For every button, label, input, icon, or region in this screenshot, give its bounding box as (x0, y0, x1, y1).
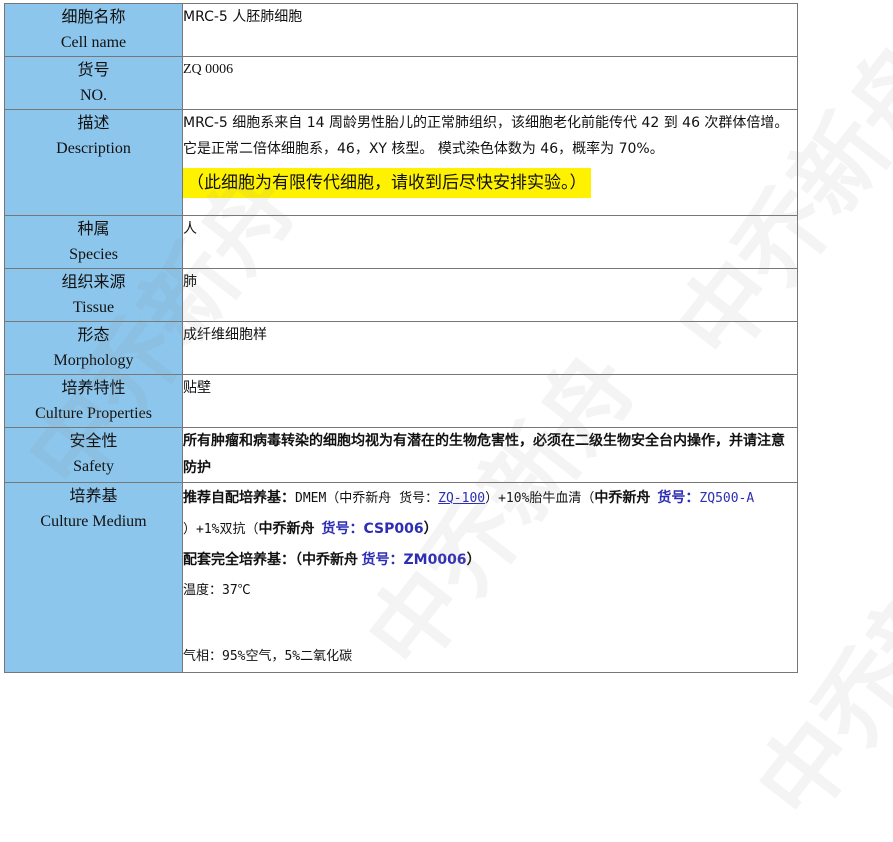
label-description: 描述 Description (4, 109, 183, 216)
text: 温度：37℃ (183, 583, 251, 598)
label-no: 货号 NO. (4, 56, 183, 110)
table-row: 培养基 Culture Medium 推荐自配培养基：DMEM（中乔新舟 货号：… (4, 482, 798, 673)
value-text: 所有肿瘤和病毒转染的细胞均视为有潜在的生物危害性，必须在二级生物安全台内操作，并… (183, 433, 785, 476)
value-text: ZQ 0006 (183, 62, 234, 77)
value-tissue: 肺 (182, 268, 798, 322)
product-link[interactable]: ZQ-100 (438, 491, 485, 506)
table-row: 细胞名称 Cell name MRC-5 人胚肺细胞 (4, 3, 798, 57)
label-culture-properties: 培养特性 Culture Properties (4, 374, 183, 428)
value-description: MRC-5 细胞系来自 14 周龄男性胎儿的正常肺组织，该细胞老化前能传代 42… (182, 109, 798, 216)
label-cn: 组织来源 (61, 272, 126, 291)
table-row: 形态 Morphology 成纤维细胞样 (4, 321, 798, 375)
table-row: 安全性 Safety 所有肿瘤和病毒转染的细胞均视为有潜在的生物危害性，必须在二… (4, 427, 798, 483)
label-cn: 细胞名称 (61, 7, 126, 26)
value-text: 贴壁 (183, 380, 211, 396)
label-en: Cell name (60, 34, 127, 51)
text: 中乔新舟 (594, 490, 651, 506)
label-morphology: 形态 Morphology (4, 321, 183, 375)
label-cn: 种属 (77, 219, 110, 238)
label-cn: 安全性 (69, 431, 118, 450)
label-cn: 描述 (77, 113, 110, 132)
table-row: 种属 Species 人 (4, 215, 798, 269)
label-tissue: 组织来源 Tissue (4, 268, 183, 322)
value-text: MRC-5 人胚肺细胞 (183, 9, 303, 25)
text: 中乔新舟 (258, 521, 315, 537)
label-cn: 形态 (77, 325, 110, 344)
text: ） (466, 552, 481, 568)
value-culture-properties: 贴壁 (182, 374, 798, 428)
label-en: Morphology (53, 352, 134, 369)
label-cn: 培养特性 (61, 378, 126, 397)
label-culture-medium: 培养基 Culture Medium (4, 482, 183, 673)
text: 推荐自配培养基： (183, 490, 295, 506)
table-row: 培养特性 Culture Properties 贴壁 (4, 374, 798, 428)
text: ZQ500-A (699, 491, 755, 506)
text: ）+10%胎牛血清（ (485, 491, 595, 506)
value-text: 肺 (183, 274, 197, 290)
table-row: 组织来源 Tissue 肺 (4, 268, 798, 322)
text: ） (423, 521, 438, 537)
medium-line-1: 推荐自配培养基：DMEM（中乔新舟 货号：ZQ-100）+10%胎牛血清（中乔新… (183, 483, 797, 514)
value-morphology: 成纤维细胞样 (182, 321, 798, 375)
label-en: NO. (79, 87, 108, 104)
text: 货号：ZM0006 (361, 552, 467, 568)
medium-line-2: ）+1%双抗（中乔新舟 货号：CSP006） (183, 514, 797, 545)
text: 配套完全培养基：（中乔新舟 (183, 552, 358, 568)
text: 货号：CSP006 (321, 521, 424, 537)
value-safety: 所有肿瘤和病毒转染的细胞均视为有潜在的生物危害性，必须在二级生物安全台内操作，并… (182, 427, 798, 483)
value-culture-medium: 推荐自配培养基：DMEM（中乔新舟 货号：ZQ-100）+10%胎牛血清（中乔新… (182, 482, 798, 673)
value-species: 人 (182, 215, 798, 269)
label-safety: 安全性 Safety (4, 427, 183, 483)
label-cn: 培养基 (69, 486, 118, 505)
label-species: 种属 Species (4, 215, 183, 269)
table-row: 描述 Description MRC-5 细胞系来自 14 周龄男性胎儿的正常肺… (4, 109, 798, 216)
value-text: 人 (183, 221, 197, 237)
value-cell-name: MRC-5 人胚肺细胞 (182, 3, 798, 57)
value-text: 成纤维细胞样 (183, 327, 267, 343)
text: 货号： (657, 490, 700, 506)
medium-line-4: 温度：37℃ (183, 576, 797, 606)
highlight-note: （此细胞为有限传代细胞，请收到后尽快安排实验。） (183, 168, 591, 198)
label-en: Species (69, 246, 118, 263)
table-row: 货号 NO. ZQ 0006 (4, 56, 798, 110)
text: ）+1%双抗（ (183, 522, 259, 537)
text: DMEM（中乔新舟 货号： (295, 491, 439, 506)
label-en: Description (56, 140, 131, 157)
medium-line-5: 气相：95%空气，5%二氧化碳 (183, 642, 797, 672)
label-cell-name: 细胞名称 Cell name (4, 3, 183, 57)
value-no: ZQ 0006 (182, 56, 798, 110)
medium-line-3: 配套完全培养基：（中乔新舟 货号：ZM0006） (183, 545, 797, 576)
label-en: Safety (73, 458, 114, 475)
label-en: Culture Medium (40, 513, 147, 530)
description-text: MRC-5 细胞系来自 14 周龄男性胎儿的正常肺组织，该细胞老化前能传代 42… (183, 115, 789, 157)
cell-info-table: 细胞名称 Cell name MRC-5 人胚肺细胞 货号 NO. ZQ 000… (4, 3, 798, 673)
label-en: Culture Properties (35, 405, 152, 422)
label-en: Tissue (72, 299, 115, 316)
label-cn: 货号 (77, 60, 110, 79)
